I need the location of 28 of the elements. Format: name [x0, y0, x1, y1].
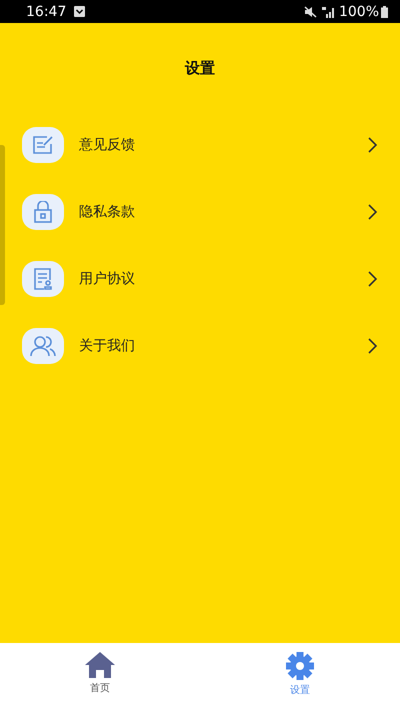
- menu-item[interactable]: 意见反馈: [6, 111, 400, 178]
- signal-icon: [322, 6, 336, 18]
- chevron-icon: [368, 338, 378, 354]
- edge-handle[interactable]: [0, 145, 5, 305]
- tab-button[interactable]: 设置: [200, 643, 400, 711]
- menu-label: 隐私条款: [79, 202, 136, 220]
- home-icon: [85, 652, 115, 678]
- lock-icon: [33, 200, 53, 222]
- chevron-icon: [368, 136, 378, 152]
- battery-percent: 100%: [338, 4, 379, 20]
- users-icon: [30, 334, 56, 356]
- notification-icon: [74, 6, 86, 17]
- menu-item[interactable]: 用户协议: [6, 245, 400, 312]
- clock: 16:47: [26, 4, 66, 20]
- edit-icon: [32, 134, 54, 154]
- menu-item[interactable]: 关于我们: [6, 312, 400, 379]
- chevron-icon: [368, 204, 378, 220]
- menu-label: 用户协议: [79, 270, 136, 288]
- menu-item[interactable]: 隐私条款: [6, 178, 400, 245]
- menu-label: 意见反馈: [79, 136, 136, 154]
- battery-icon: [381, 6, 388, 18]
- chevron-icon: [368, 270, 378, 286]
- settings-icon: [285, 652, 315, 680]
- tab-button[interactable]: 首页: [0, 643, 200, 711]
- page-title: 设置: [184, 59, 216, 78]
- menu-label: 关于我们: [79, 336, 136, 354]
- document-icon: [33, 268, 53, 290]
- mute-icon: [304, 6, 317, 18]
